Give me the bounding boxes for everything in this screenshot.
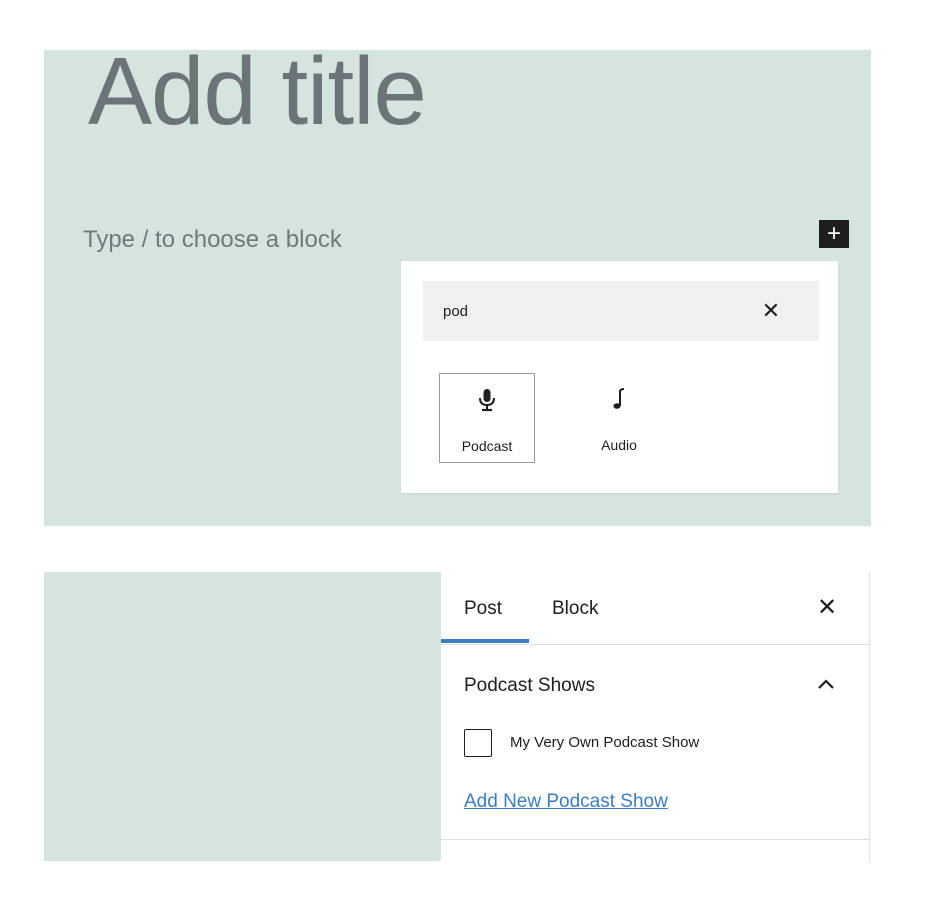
inserter-search: ✕ [423, 281, 819, 341]
block-result-label: Podcast [461, 438, 513, 454]
editor-canvas-top: Add title Type / to choose a block + ✕ P… [44, 50, 871, 526]
music-note-icon [571, 387, 667, 415]
block-placeholder[interactable]: Type / to choose a block [83, 226, 342, 254]
podcast-show-checkbox[interactable] [464, 729, 492, 757]
plus-icon: + [826, 220, 841, 247]
tab-post[interactable]: Post [464, 598, 502, 620]
block-inserter-popover: ✕ Podcast Audio [401, 261, 838, 493]
close-icon[interactable]: ✕ [757, 297, 785, 325]
active-tab-indicator [441, 639, 529, 643]
editor-canvas-bottom [44, 572, 440, 861]
panel-title-podcast-shows[interactable]: Podcast Shows [464, 675, 595, 697]
inserter-search-input[interactable] [443, 281, 743, 341]
close-icon[interactable]: ✕ [813, 594, 841, 622]
block-result-audio[interactable]: Audio [571, 373, 667, 463]
microphone-icon [440, 388, 534, 416]
tabs-divider [441, 644, 869, 645]
settings-sidebar: Post Block ✕ Podcast Shows My Very Own P… [440, 572, 870, 861]
podcast-show-label[interactable]: My Very Own Podcast Show [510, 734, 699, 751]
chevron-up-icon[interactable] [815, 676, 837, 692]
panel-divider [441, 839, 869, 840]
tab-block[interactable]: Block [552, 598, 598, 620]
block-result-label: Audio [601, 437, 637, 453]
add-block-button[interactable]: + [819, 220, 849, 248]
post-title-placeholder[interactable]: Add title [88, 50, 427, 152]
block-result-podcast[interactable]: Podcast [439, 373, 535, 463]
add-new-podcast-show-link[interactable]: Add New Podcast Show [464, 791, 668, 813]
